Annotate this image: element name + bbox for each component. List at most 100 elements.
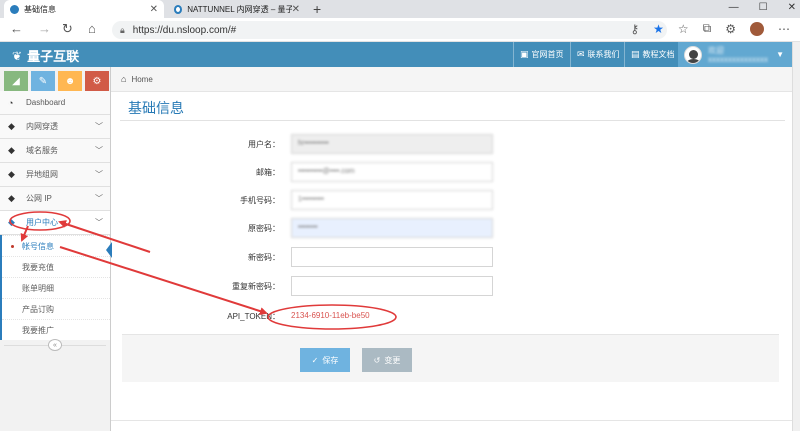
user-greeting: 欢迎: [708, 45, 724, 55]
sidebar-item-label: 域名服务: [26, 146, 58, 155]
tag-icon: ◆: [8, 169, 15, 179]
save-button[interactable]: ✓ 保存: [300, 348, 350, 372]
submenu-item-billing[interactable]: 账单明细: [2, 277, 110, 298]
sidebar-item-user-center[interactable]: ◆ 用户中心 ﹀: [0, 211, 110, 235]
sidebar-item-label: 公网 IP: [26, 194, 52, 203]
sidebar-submenu: 帐号信息 我要充值 账单明细 产品订购 我要推广: [0, 235, 110, 340]
form-row-old-password: 原密码： ••••••••: [120, 218, 500, 240]
user-account: xxxxxxxxxxxxxxx: [708, 54, 768, 64]
submenu-label: 产品订购: [22, 304, 54, 314]
back-icon[interactable]: ←: [10, 21, 23, 36]
page-scrollbar[interactable]: [792, 42, 800, 431]
form-row-confirm-password: 重复新密码：: [120, 276, 500, 298]
minimize-icon[interactable]: —: [729, 2, 739, 13]
pencil-icon[interactable]: ✎: [31, 71, 55, 91]
submenu-item-recharge[interactable]: 我要充值: [2, 256, 110, 277]
collections-icon[interactable]: ⧉: [703, 21, 712, 36]
sidebar-item-public-ip[interactable]: ◆ 公网 IP ﹀: [0, 187, 110, 211]
submenu-item-promote[interactable]: 我要推广: [2, 319, 110, 340]
sidebar-item-label: 用户中心: [26, 218, 58, 227]
browser-tab-active[interactable]: 基础信息 ✕: [4, 0, 164, 18]
close-tab-icon[interactable]: ✕: [150, 4, 158, 15]
api-token-label: API_TOKEN：: [227, 312, 280, 321]
comments-icon: ✉: [577, 49, 585, 59]
tab-title: 基础信息: [24, 4, 56, 14]
submenu-item-account[interactable]: 帐号信息: [2, 235, 110, 256]
maximize-icon[interactable]: ☐: [759, 2, 768, 13]
sidebar-item-domain[interactable]: ◆ 域名服务 ﹀: [0, 139, 110, 163]
sidebar-item-tunnel[interactable]: ◆ 内网穿透 ﹀: [0, 115, 110, 139]
site-favicon-icon: [10, 4, 19, 14]
leaf-icon: ❦: [12, 48, 23, 63]
close-tab-icon[interactable]: ✕: [292, 4, 300, 15]
form-row-username: 用户名： hr••••••••••: [120, 134, 500, 156]
sidebar-collapse-icon[interactable]: «: [48, 339, 62, 351]
form-row-new-password: 新密码：: [120, 247, 500, 269]
username-label: 用户名：: [248, 140, 280, 149]
header-link-contact[interactable]: ✉ 联系我们: [570, 42, 626, 67]
phone-label: 手机号码：: [240, 196, 280, 205]
address-bar[interactable]: 🔒︎ https://du.nsloop.com/#: [112, 21, 667, 39]
tachometer-icon: ◔: [8, 97, 14, 108]
brand-name: 量子互联: [27, 49, 80, 64]
chevron-down-icon: ﹀: [95, 122, 103, 131]
chevron-down-icon: ﹀: [95, 146, 103, 155]
sidebar: ◢ ✎ ☻ ⚙ ◔ Dashboard ◆ 内网穿透 ﹀ ◆ 域名服务 ﹀ ◆ …: [0, 67, 111, 431]
email-label: 邮箱：: [256, 168, 280, 177]
browser-navbar: ← → ↻ ⌂ 🔒︎ https://du.nsloop.com/# ⚷ ★ ☆…: [0, 18, 800, 42]
tab-title: NATTUNNEL 内网穿透 – 量子互联: [187, 4, 292, 14]
user-menu[interactable]: 欢迎 xxxxxxxxxxxxxxx ▼: [678, 42, 792, 67]
api-token-value: 2134-6910-11eb-be50: [291, 311, 370, 320]
cogs-icon[interactable]: ⚙: [85, 71, 109, 91]
old-password-field[interactable]: ••••••••: [291, 218, 493, 238]
header-link-label: 教程文档: [642, 50, 675, 59]
close-window-icon[interactable]: ✕: [788, 2, 796, 13]
form-row-api-token: API_TOKEN： 2134-6910-11eb-be50: [120, 306, 500, 328]
reset-button[interactable]: ↺ 变更: [362, 348, 412, 372]
submenu-label: 账单明细: [22, 283, 54, 293]
active-pointer: [106, 242, 112, 258]
window-controls: — ☐ ✕: [729, 2, 796, 13]
confirm-password-label: 重复新密码：: [232, 282, 280, 291]
phone-field[interactable]: 1•••••••••: [291, 190, 493, 210]
email-field[interactable]: ••••••••••@••••.com: [291, 162, 493, 182]
favorite-star-icon[interactable]: ★: [653, 22, 664, 36]
check-icon: ✓: [311, 355, 319, 365]
sidebar-item-label: 内网穿透: [26, 122, 58, 131]
favorites-icon[interactable]: ☆: [678, 22, 689, 36]
key-icon[interactable]: ⚷: [630, 22, 639, 36]
save-label: 保存: [322, 355, 339, 365]
users-icon[interactable]: ☻: [58, 71, 82, 91]
home-icon: ⌂: [121, 74, 127, 84]
browser-tab[interactable]: NATTUNNEL 内网穿透 – 量子互联 ✕: [168, 0, 306, 18]
home-icon[interactable]: ⌂: [88, 21, 96, 36]
reset-label: 变更: [384, 355, 401, 365]
new-password-field[interactable]: [291, 247, 493, 267]
header-link-docs[interactable]: ▤ 教程文档: [624, 42, 681, 67]
profile-avatar[interactable]: [750, 21, 764, 36]
breadcrumb-home[interactable]: Home: [131, 75, 152, 84]
desktop-icon: ▣: [520, 49, 529, 59]
submenu-item-order[interactable]: 产品订购: [2, 298, 110, 319]
new-tab-icon[interactable]: +: [313, 1, 321, 17]
brand[interactable]: ❦ 量子互联: [12, 46, 79, 65]
extensions-icon[interactable]: ⚙: [725, 22, 736, 36]
more-icon[interactable]: ⋯: [778, 22, 790, 36]
header-link-home[interactable]: ▣ 官网首页: [513, 42, 570, 67]
browser-tabstrip: 基础信息 ✕ NATTUNNEL 内网穿透 – 量子互联 ✕ + — ☐ ✕: [0, 0, 800, 18]
tag-icon: ◆: [8, 217, 15, 227]
tag-icon: ◆: [8, 145, 15, 155]
chevron-down-icon: ﹀: [95, 170, 103, 179]
username-field[interactable]: hr••••••••••: [291, 134, 493, 154]
tag-icon: ◆: [8, 193, 15, 203]
confirm-password-field[interactable]: [291, 276, 493, 296]
sidebar-shortcuts: ◢ ✎ ☻ ⚙: [4, 71, 109, 91]
forward-icon[interactable]: →: [38, 21, 51, 36]
reload-icon[interactable]: ↻: [62, 21, 73, 37]
form-row-email: 邮箱： ••••••••••@••••.com: [120, 162, 500, 184]
signal-icon[interactable]: ◢: [4, 71, 28, 91]
header-link-label: 官网首页: [531, 50, 564, 59]
sidebar-item-network[interactable]: ◆ 异地组网 ﹀: [0, 163, 110, 187]
sidebar-item-dashboard[interactable]: ◔ Dashboard: [0, 91, 110, 115]
lock-icon: 🔒︎: [120, 24, 125, 35]
